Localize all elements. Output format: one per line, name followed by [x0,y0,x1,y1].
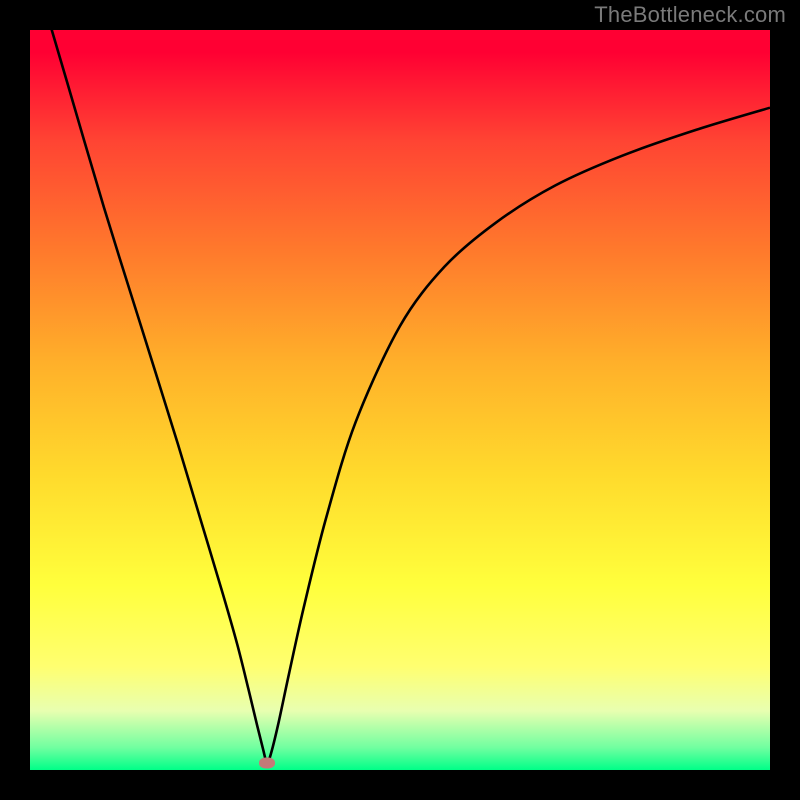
watermark-text: TheBottleneck.com [594,2,786,28]
bottleneck-curve [30,30,770,770]
optimal-point-marker [259,757,275,768]
plot-area [30,30,770,770]
chart-frame: TheBottleneck.com [0,0,800,800]
curve-path [30,30,770,763]
